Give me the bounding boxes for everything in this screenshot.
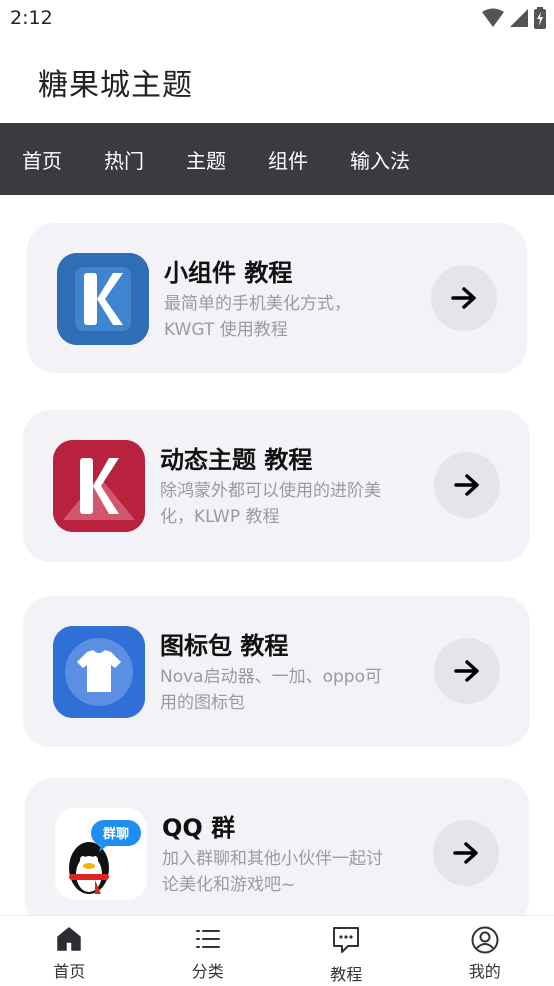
tab-themes[interactable]: 主题: [186, 145, 226, 174]
card-icon-pack-tutorial[interactable]: 图标包 教程 Nova启动器、一加、oppo可用的图标包: [23, 596, 530, 747]
list-icon: [194, 925, 222, 953]
icon-pack-app-icon: [53, 626, 145, 718]
arrow-right-icon: [451, 287, 477, 309]
chat-icon: [331, 925, 361, 955]
group-chat-badge: 群聊: [91, 823, 141, 842]
arrow-right-icon: [453, 842, 479, 864]
arrow-right-icon: [454, 474, 480, 496]
card-qq-group[interactable]: 群聊 QQ 群 加入群聊和其他小伙伴一起讨论美化和游戏吧~: [25, 778, 529, 928]
arrow-right-button[interactable]: [433, 820, 499, 886]
profile-icon: [470, 925, 500, 955]
card-description: 除鸿蒙外都可以使用的进阶美化，KLWP 教程: [160, 478, 385, 530]
bottom-nav-profile[interactable]: 我的: [416, 916, 554, 986]
arrow-right-icon: [454, 660, 480, 682]
card-title: QQ 群: [162, 808, 235, 843]
arrow-right-button[interactable]: [431, 265, 497, 331]
arrow-right-button[interactable]: [434, 452, 500, 518]
app-title: 糖果城主题: [38, 60, 193, 104]
klwp-app-icon: [53, 440, 145, 532]
bottom-nav-label: 首页: [0, 958, 139, 982]
arrow-right-button[interactable]: [434, 638, 500, 704]
top-tab-bar: 首页 热门 主题 组件 输入法: [0, 123, 554, 195]
home-icon: [55, 925, 83, 953]
status-time: 2:12: [10, 7, 53, 29]
wifi-icon: [482, 8, 504, 28]
bottom-nav-label: 教程: [277, 961, 416, 985]
card-widget-tutorial[interactable]: 小组件 教程 最简单的手机美化方式，KWGT 使用教程: [27, 223, 527, 373]
bottom-nav-tutorial[interactable]: 教程: [277, 916, 416, 986]
card-description: 最简单的手机美化方式，KWGT 使用教程: [164, 291, 389, 343]
status-icons: [482, 7, 546, 29]
bottom-nav-label: 我的: [416, 958, 554, 982]
card-title: 图标包 教程: [160, 626, 288, 661]
bottom-nav-category[interactable]: 分类: [139, 916, 278, 986]
card-title: 动态主题 教程: [160, 440, 312, 475]
card-description: 加入群聊和其他小伙伴一起讨论美化和游戏吧~: [162, 846, 387, 898]
card-title: 小组件 教程: [164, 253, 292, 288]
bottom-nav-home[interactable]: 首页: [0, 916, 139, 986]
bottom-nav-label: 分类: [139, 958, 278, 982]
kwgt-app-icon: [57, 253, 149, 345]
signal-icon: [510, 8, 528, 28]
tab-widgets[interactable]: 组件: [268, 145, 308, 174]
qq-group-icon: 群聊: [55, 808, 147, 900]
card-live-theme-tutorial[interactable]: 动态主题 教程 除鸿蒙外都可以使用的进阶美化，KLWP 教程: [23, 410, 530, 562]
tab-input-method[interactable]: 输入法: [350, 145, 410, 174]
tab-home[interactable]: 首页: [22, 145, 62, 174]
battery-icon: [534, 7, 546, 29]
tab-hot[interactable]: 热门: [104, 145, 144, 174]
card-description: Nova启动器、一加、oppo可用的图标包: [160, 664, 385, 716]
bottom-navigation: 首页 分类 教程 我的: [0, 915, 554, 986]
status-bar: 2:12: [0, 0, 554, 38]
